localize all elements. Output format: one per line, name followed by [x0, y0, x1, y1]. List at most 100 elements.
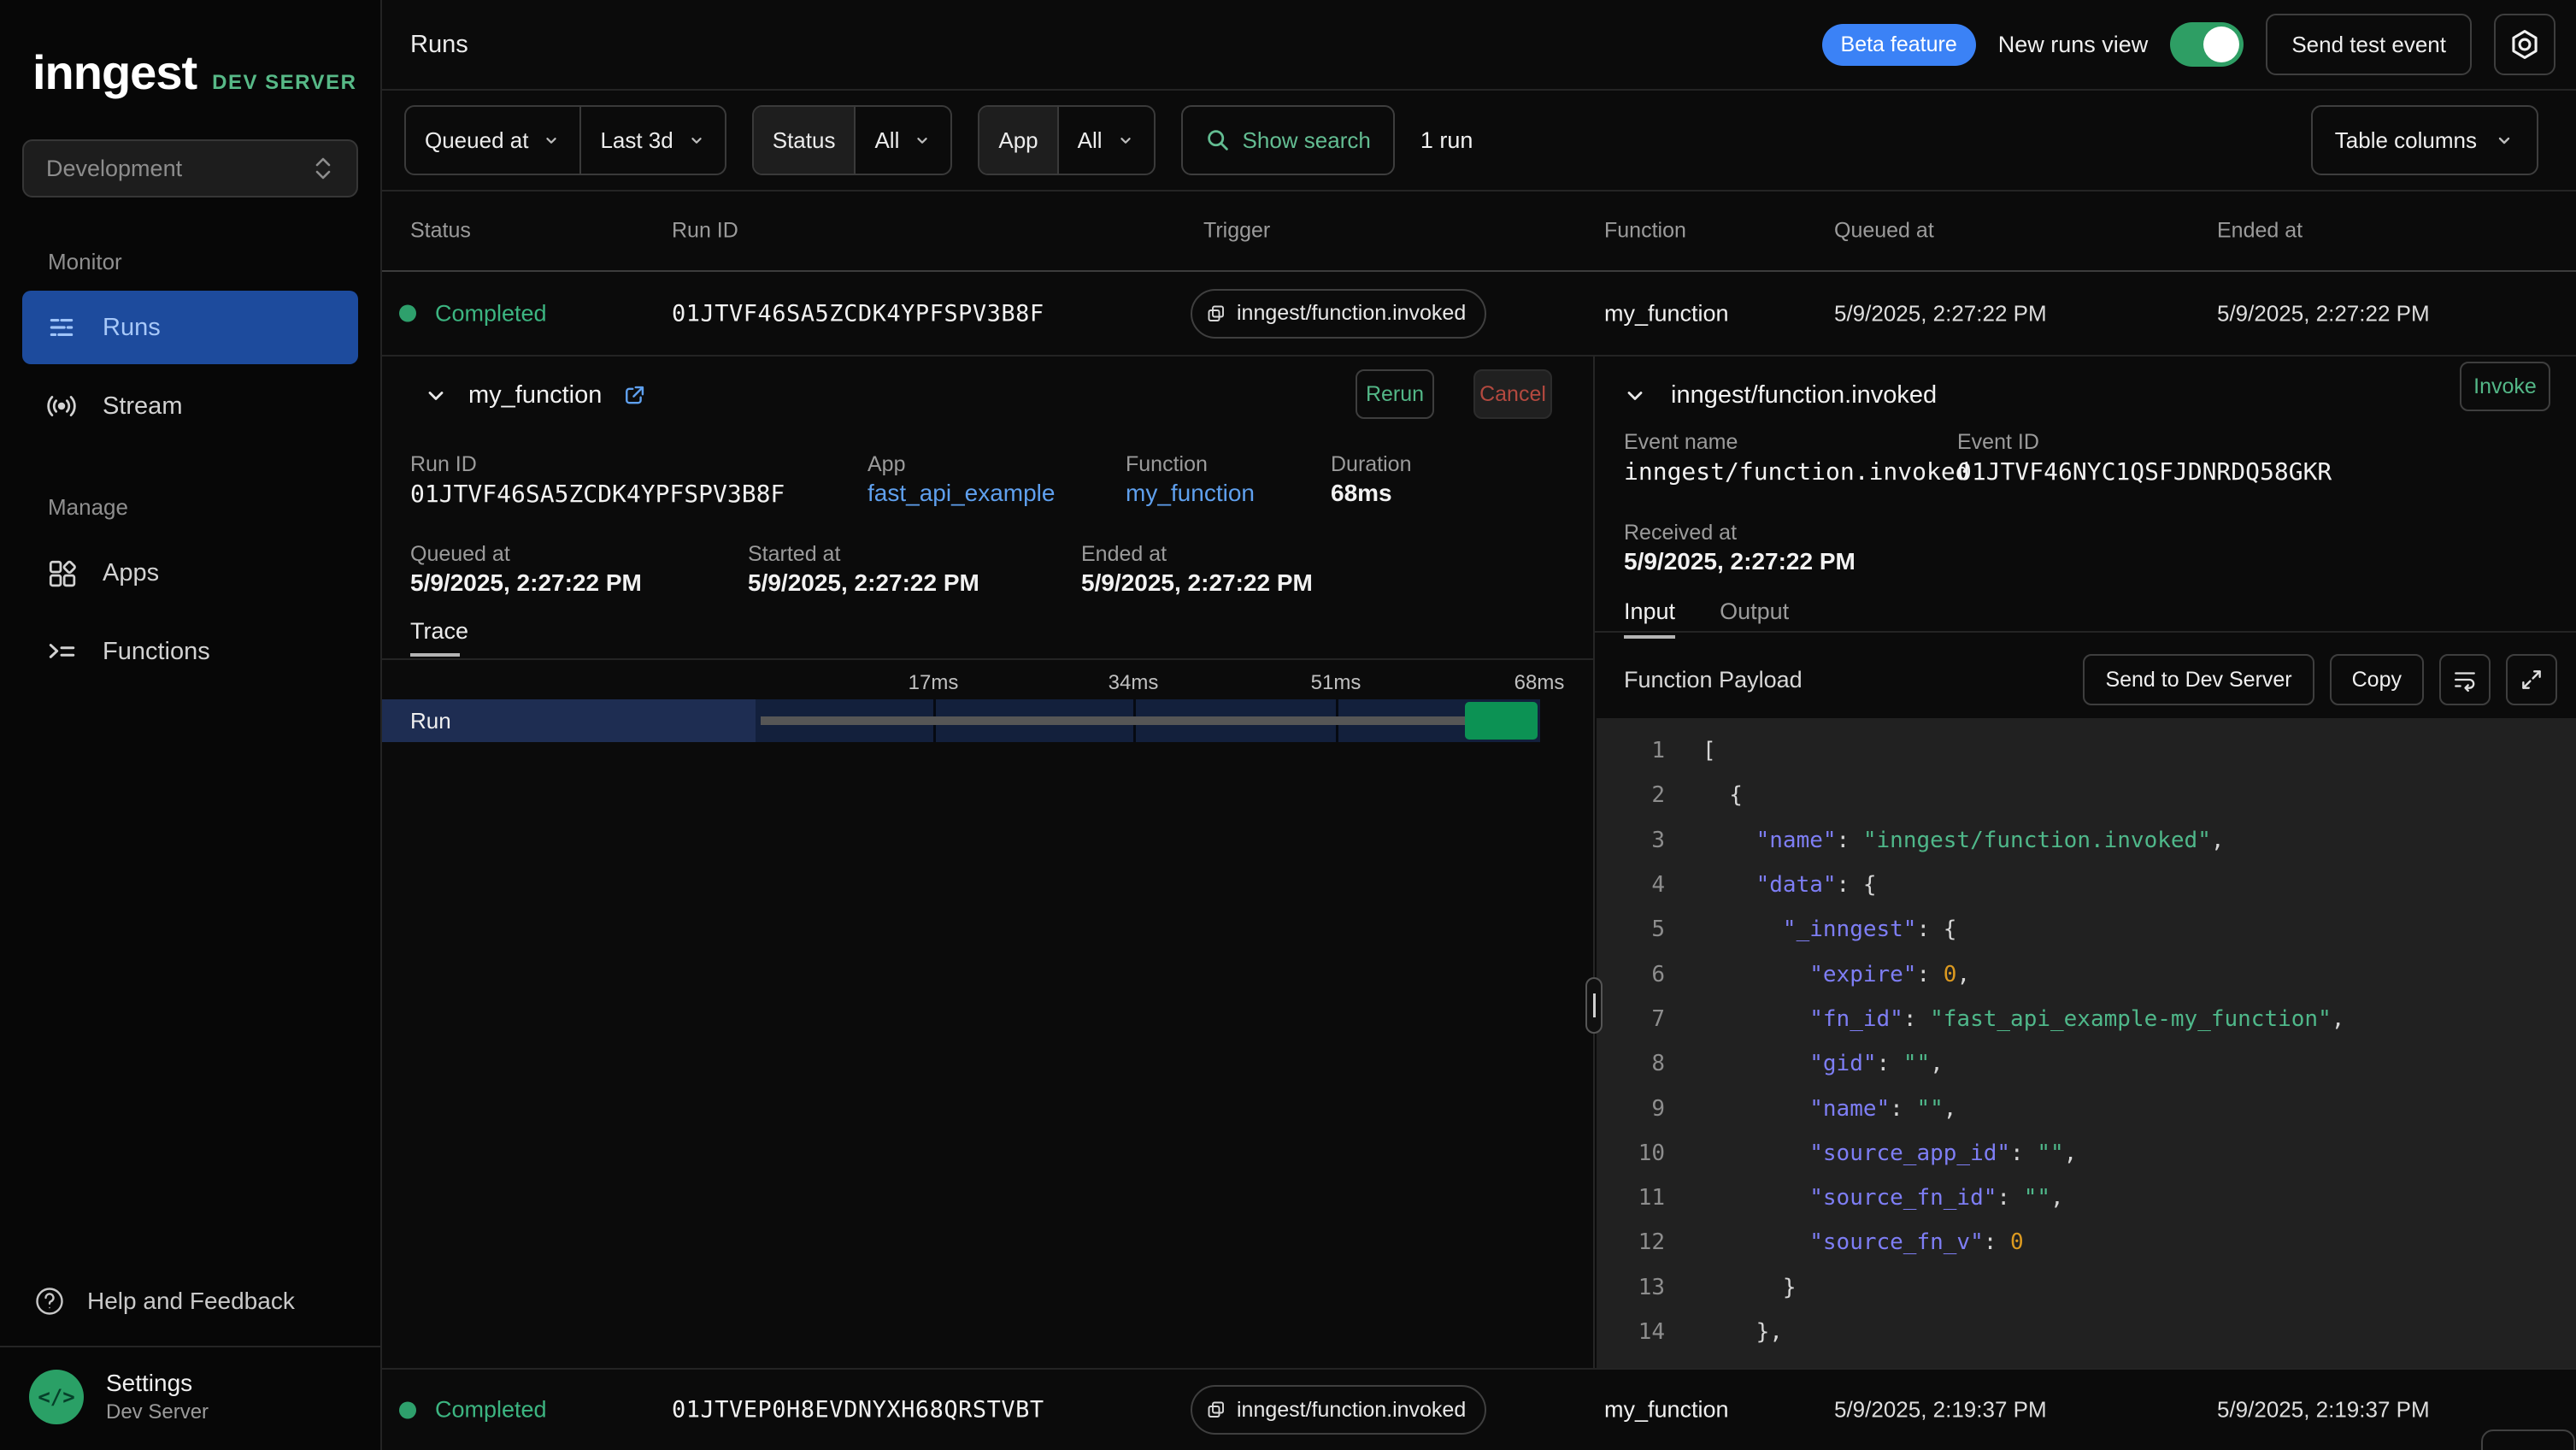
event-id-value: 01JTVF46NYC1QSFJDNRDQ58GKR [1957, 457, 2332, 486]
trigger-pill[interactable]: inngest/function.invoked [1191, 1385, 1486, 1435]
queued-at-label: Queued at [410, 542, 510, 567]
started-at-value: 5/9/2025, 2:27:22 PM [748, 569, 979, 597]
function-name: my_function [1604, 300, 1729, 327]
environment-select[interactable]: Development [22, 139, 358, 197]
logo: inngest DEV SERVER [0, 0, 380, 100]
status-filter-select[interactable]: All [854, 107, 950, 174]
show-search-button[interactable]: Show search [1181, 105, 1395, 175]
help-and-feedback[interactable]: Help and Feedback [0, 1260, 380, 1346]
updown-chevron-icon [312, 155, 334, 182]
timeline-tick: 51ms [1311, 671, 1362, 695]
app-filter-value: All [1078, 127, 1103, 154]
runs-icon [46, 312, 77, 343]
expand-icon [2519, 667, 2544, 693]
app-label: App [867, 452, 905, 477]
time-field-select[interactable]: Queued at [406, 107, 579, 174]
function-link[interactable]: my_function [1126, 480, 1255, 507]
table-header: Status Run ID Trigger Function Queued at… [382, 192, 2576, 272]
trace-run-label-cell: Run [382, 699, 756, 742]
status-cell: Completed [399, 300, 547, 327]
sidebar-item-label: Stream [103, 392, 182, 421]
status-dot-icon [399, 305, 416, 322]
sidebar-item-stream[interactable]: Stream [22, 369, 358, 443]
duration-value: 68ms [1331, 480, 1392, 507]
code-line: 9 "name": "", [1597, 1086, 2576, 1130]
run-function-name: my_function [468, 381, 602, 410]
cancel-button[interactable]: Cancel [1473, 369, 1552, 419]
tabs-divider [1595, 631, 2576, 633]
inngest-wordmark: inngest [32, 44, 197, 100]
time-range-select[interactable]: Last 3d [579, 107, 724, 174]
sidebar-item-runs[interactable]: Runs [22, 291, 358, 364]
table-row[interactable]: Completed 01JTVF46SA5ZCDK4YPFSPV3B8F inn… [382, 272, 2576, 357]
timeline-tick: 17ms [909, 671, 959, 695]
show-search-label: Show search [1243, 127, 1371, 154]
trigger-pill[interactable]: inngest/function.invoked [1191, 289, 1486, 339]
settings-gear-button[interactable] [2494, 14, 2555, 75]
run-id-label: Run ID [410, 452, 477, 477]
rerun-button[interactable]: Rerun [1356, 369, 1434, 419]
sidebar-item-label: Functions [103, 638, 210, 666]
run-detail-panel: my_function Rerun Cancel Run ID 01JTVF46… [382, 357, 1595, 1368]
sidebar-item-apps[interactable]: Apps [22, 536, 358, 610]
sidebar-item-functions[interactable]: Functions [22, 615, 358, 688]
topbar-actions: Beta feature New runs view Send test eve… [1822, 14, 2555, 75]
copy-button[interactable]: Copy [2330, 654, 2424, 705]
dev-server-tag: DEV SERVER [212, 71, 356, 95]
apps-icon [46, 557, 77, 588]
run-id: 01JTVF46SA5ZCDK4YPFSPV3B8F [672, 300, 1044, 327]
event-id-label: Event ID [1957, 430, 2039, 455]
table-row[interactable]: Completed 01JTVEP0H8EVDNYXH68QRSTVBT inn… [382, 1370, 2576, 1450]
expand-button[interactable] [2506, 654, 2557, 705]
code-line: 13 } [1597, 1265, 2576, 1310]
trace-run-row[interactable]: Run [382, 699, 1540, 742]
code-line: 10 "source_app_id": "", [1597, 1131, 2576, 1176]
settings-entry[interactable]: </> Settings Dev Server [0, 1346, 380, 1450]
queued-at-value: 5/9/2025, 2:27:22 PM [1834, 300, 2047, 327]
new-runs-view-toggle[interactable] [2170, 22, 2244, 67]
trigger-name: inngest/function.invoked [1237, 1398, 1466, 1423]
status-filter-label: Status [754, 107, 855, 174]
trigger-name: inngest/function.invoked [1237, 301, 1466, 326]
external-link-icon[interactable] [622, 384, 646, 408]
ended-at-label: Ended at [1081, 542, 1167, 567]
code-line: 12 "source_fn_v": 0 [1597, 1220, 2576, 1264]
sidebar-item-label: Runs [103, 314, 161, 342]
search-icon [1205, 127, 1231, 153]
code-line: 6 "expire": 0, [1597, 952, 2576, 996]
app-filter-select[interactable]: All [1057, 107, 1154, 174]
panel-resize-handle[interactable] [1585, 977, 1603, 1034]
table-columns-button[interactable]: Table columns [2311, 105, 2538, 175]
payload-code-editor[interactable]: 1[2 {3 "name": "inngest/function.invoked… [1597, 718, 2576, 1368]
word-wrap-button[interactable] [2439, 654, 2491, 705]
help-label: Help and Feedback [87, 1288, 295, 1315]
word-wrap-icon [2452, 667, 2478, 693]
status-filter: Status All [752, 105, 953, 175]
environment-select-value: Development [46, 156, 182, 182]
event-icon [1206, 304, 1226, 324]
ended-at-value: 5/9/2025, 2:19:37 PM [2217, 1397, 2430, 1423]
run-detail-header: my_function [424, 381, 646, 410]
time-range-value: Last 3d [600, 127, 673, 154]
code-line: 3 "name": "inngest/function.invoked", [1597, 818, 2576, 863]
send-test-event-button[interactable]: Send test event [2266, 14, 2472, 75]
settings-title: Settings [106, 1370, 209, 1397]
function-label: Function [1126, 452, 1208, 477]
resize-grip [1593, 993, 1596, 1017]
status-dot-icon [399, 1401, 416, 1418]
stream-icon [46, 391, 77, 421]
send-to-dev-server-button[interactable]: Send to Dev Server [2083, 654, 2314, 705]
corner-button[interactable] [2481, 1429, 2575, 1450]
tab-trace[interactable]: Trace [410, 618, 468, 657]
event-name-value: inngest/function.invoked [1624, 457, 1970, 486]
new-runs-view-label: New runs view [1998, 32, 2149, 58]
code-glyph: </> [38, 1385, 74, 1409]
app-link[interactable]: fast_api_example [867, 480, 1055, 507]
main-area: Runs Beta feature New runs view Send tes… [382, 0, 2576, 1450]
status-label: Completed [435, 300, 547, 327]
collapse-chevron-icon[interactable] [1623, 384, 1647, 408]
timeline-tick: 34ms [1109, 671, 1159, 695]
app-filter-label: App [979, 107, 1056, 174]
collapse-chevron-icon[interactable] [424, 384, 448, 408]
invoke-button[interactable]: Invoke [2460, 362, 2550, 411]
